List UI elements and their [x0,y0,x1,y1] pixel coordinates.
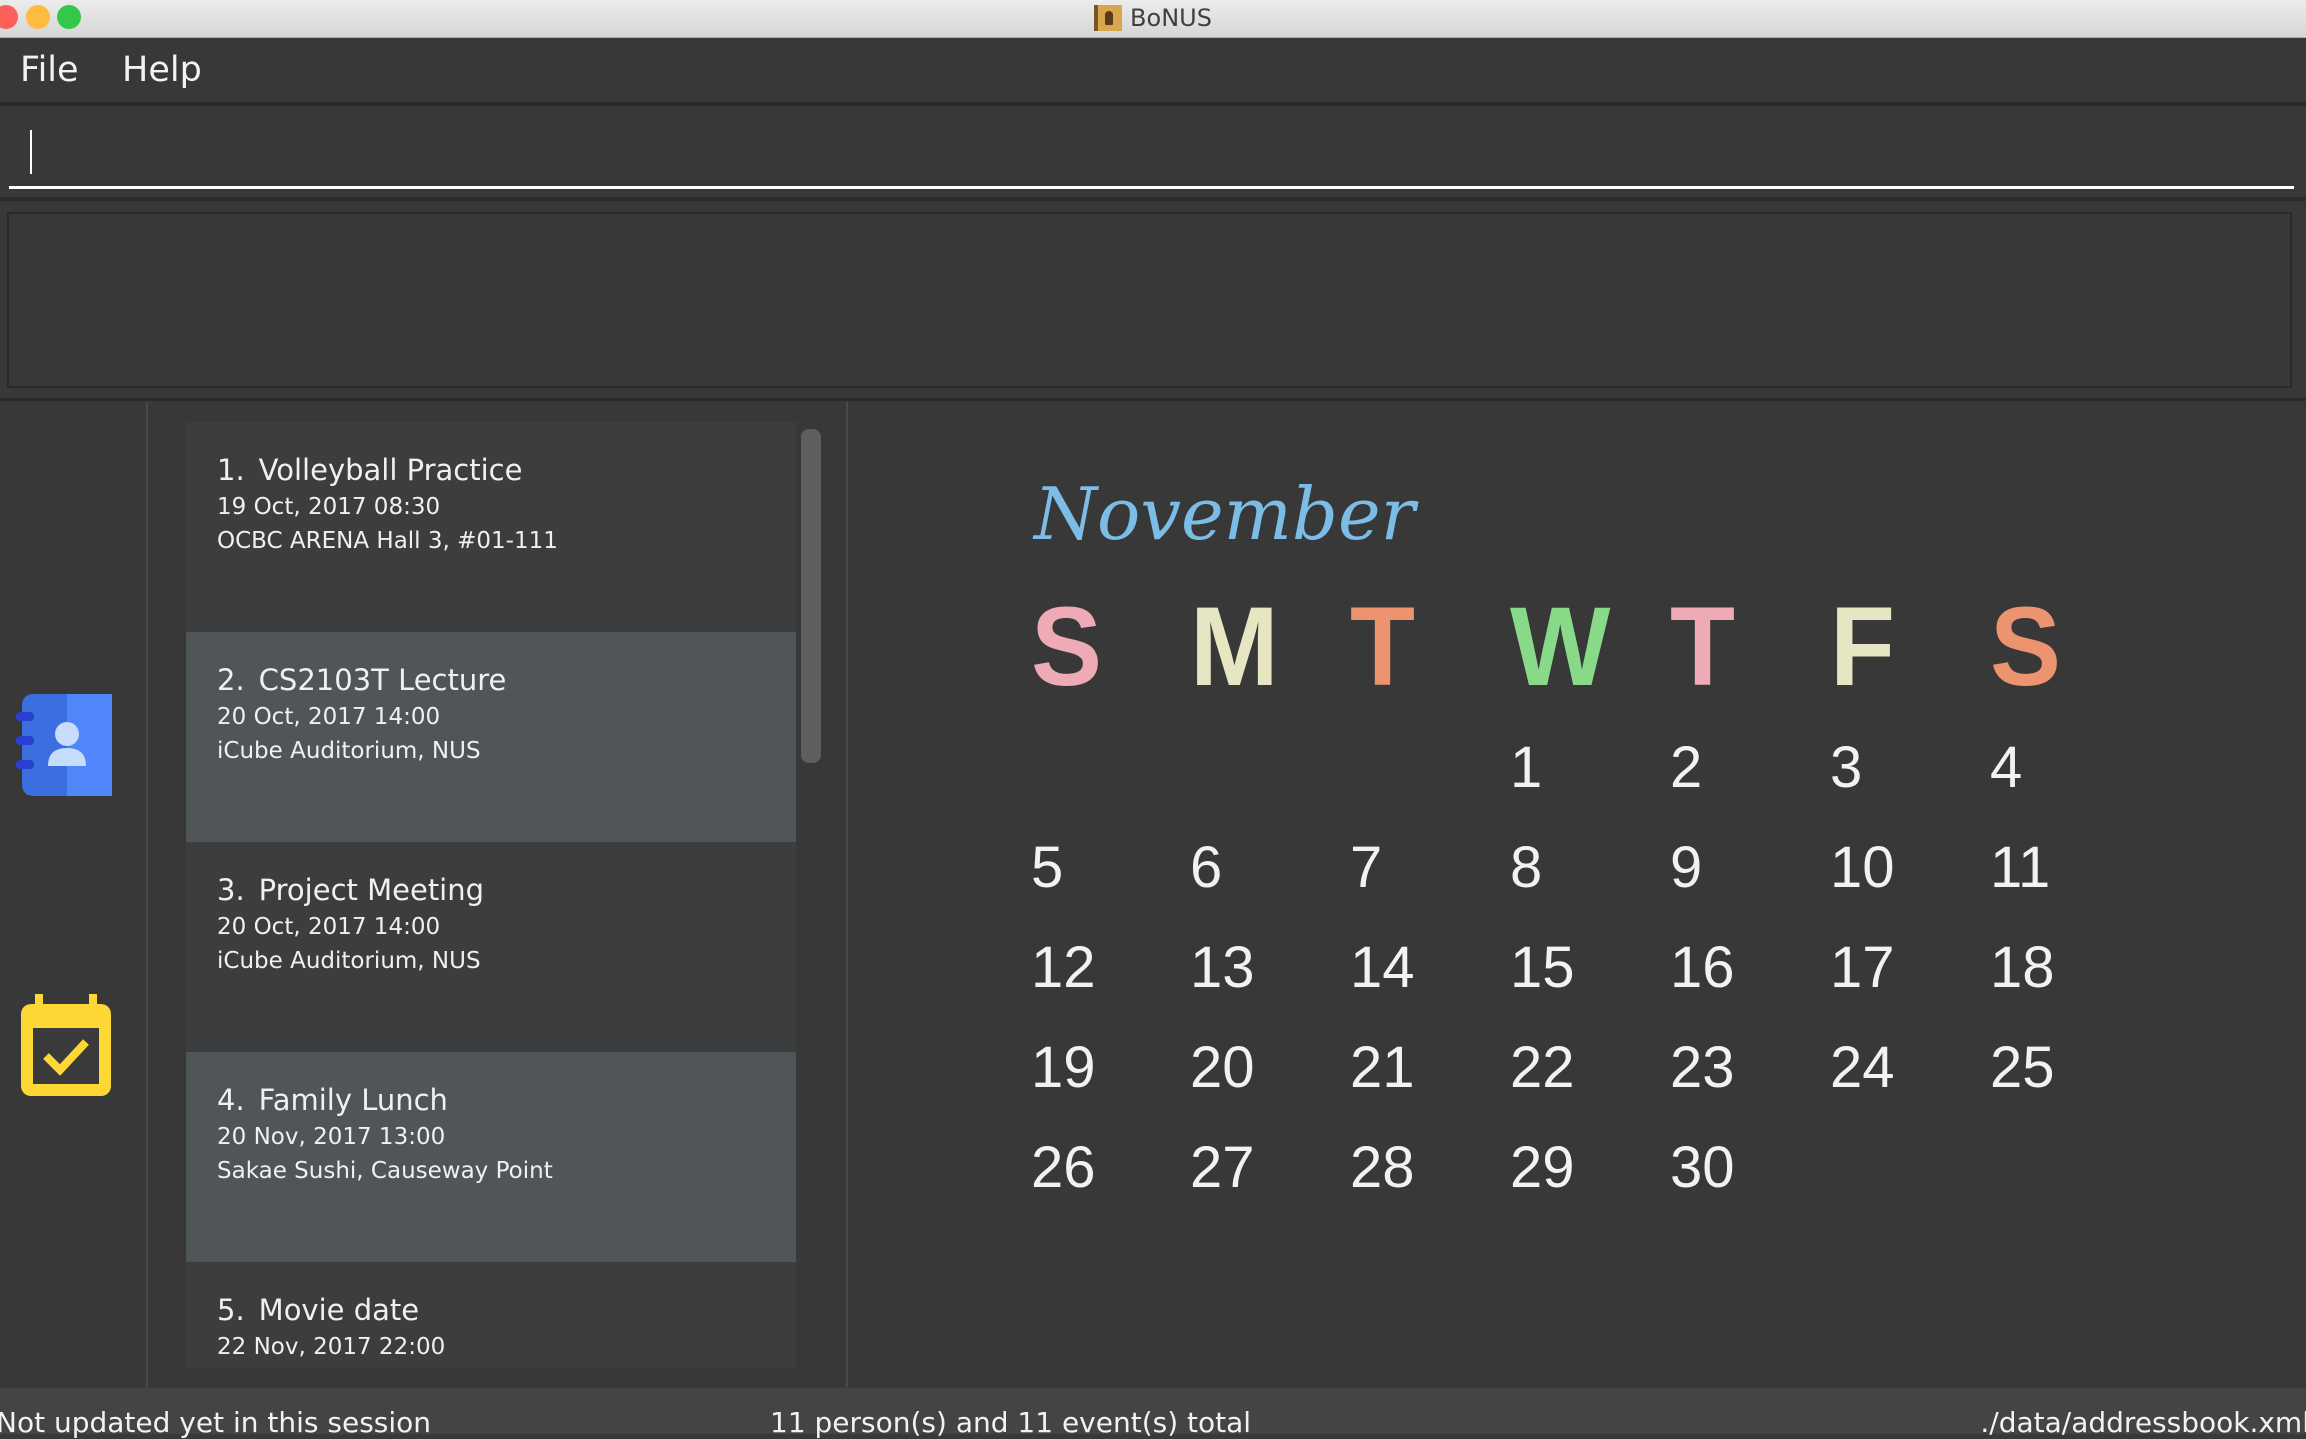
calendar-day[interactable]: 30 [1670,1138,1735,1198]
divider [0,197,2306,201]
event-title: 3. Project Meeting [217,870,796,910]
window-title-bar: BoNUS [0,0,2306,38]
calendar-day[interactable]: 23 [1670,1038,1735,1098]
menu-help[interactable]: Help [122,50,202,90]
window-title: BoNUS [0,4,2306,32]
calendar-day[interactable]: 13 [1190,938,1255,998]
calendar-day[interactable]: 12 [1031,938,1096,998]
event-card[interactable]: 5. Movie date 22 Nov, 2017 22:00 [186,1262,796,1368]
event-title: 5. Movie date [217,1290,796,1330]
command-box[interactable] [9,106,2294,189]
result-display [7,212,2292,388]
calendar-day[interactable]: 26 [1031,1138,1096,1198]
calendar-day[interactable]: 3 [1830,738,1862,798]
calendar-day[interactable]: 22 [1510,1038,1575,1098]
calendar-day[interactable]: 20 [1190,1038,1255,1098]
event-venue: iCube Auditorium, NUS [217,738,481,764]
event-title: 1. Volleyball Practice [217,450,796,490]
status-bar: Not updated yet in this session 11 perso… [0,1388,2306,1439]
menu-file[interactable]: File [20,50,79,90]
calendar-day[interactable]: 8 [1510,838,1542,898]
event-card[interactable]: 2. CS2103T Lecture 20 Oct, 2017 14:00 iCube… [186,632,796,842]
calendar-day[interactable]: 21 [1350,1038,1415,1098]
event-datetime: 20 Oct, 2017 14:00 [217,914,441,940]
event-list[interactable]: 1. Volleyball Practice 19 Oct, 2017 08:30 O… [186,422,796,1368]
event-name: Volleyball Practice [258,453,523,487]
sync-status: Not updated yet in this session [0,1406,432,1439]
event-index: 5. [217,1293,245,1327]
calendar-day[interactable]: 1 [1510,738,1542,798]
event-index: 1. [217,453,245,487]
divider [0,398,2306,401]
event-list-scrollbar[interactable] [801,429,821,763]
event-datetime: 22 Nov, 2017 22:00 [217,1334,446,1360]
calendar-day[interactable]: 14 [1350,938,1415,998]
calendar-day[interactable]: 24 [1830,1038,1895,1098]
event-venue: Sakae Sushi, Causeway Point [217,1158,553,1184]
calendar-month-title: November [1034,472,1416,556]
event-datetime: 19 Oct, 2017 08:30 [217,494,441,520]
sidebar-divider [146,402,148,1387]
calendar-day[interactable]: 27 [1190,1138,1255,1198]
event-name: Project Meeting [258,873,485,907]
command-input[interactable] [34,126,2278,178]
calendar-day[interactable]: 6 [1190,838,1222,898]
event-name: CS2103T Lecture [258,663,507,697]
address-book-icon [1094,5,1123,31]
calendar-day[interactable]: 29 [1510,1138,1575,1198]
calendar-day[interactable]: 17 [1830,938,1895,998]
event-card[interactable]: 1. Volleyball Practice 19 Oct, 2017 08:30 O… [186,422,796,632]
day-header: S [1990,584,2061,709]
event-datetime: 20 Nov, 2017 13:00 [217,1124,446,1150]
calendar-day[interactable]: 16 [1670,938,1735,998]
contacts-book-icon[interactable] [16,694,116,798]
calendar-day[interactable]: 15 [1510,938,1575,998]
day-header: T [1350,584,1416,709]
calendar-day[interactable]: 10 [1830,838,1895,898]
day-header: T [1670,584,1736,709]
event-card[interactable]: 3. Project Meeting 20 Oct, 2017 14:00 iCube… [186,842,796,1052]
calendar-day[interactable]: 25 [1990,1038,2055,1098]
day-header: F [1830,584,1896,709]
event-venue: iCube Auditorium, NUS [217,948,481,974]
calendar-day[interactable]: 28 [1350,1138,1415,1198]
calendar-day[interactable]: 2 [1670,738,1702,798]
list-divider [846,402,848,1387]
event-title: 2. CS2103T Lecture [217,660,796,700]
event-venue: OCBC ARENA Hall 3, #01-111 [217,528,558,554]
calendar-day[interactable]: 5 [1031,838,1063,898]
event-index: 2. [217,663,245,697]
text-caret [30,130,32,174]
calendar-day[interactable]: 18 [1990,938,2055,998]
event-name: Family Lunch [258,1083,448,1117]
calendar-day[interactable]: 7 [1350,838,1382,898]
event-title: 4. Family Lunch [217,1080,796,1120]
calendar-day[interactable]: 11 [1990,838,2050,898]
calendar-day[interactable]: 19 [1031,1038,1096,1098]
event-index: 4. [217,1083,245,1117]
day-header: S [1031,584,1102,709]
event-card[interactable]: 4. Family Lunch 20 Nov, 2017 13:00 Sakae Su… [186,1052,796,1262]
day-header: W [1510,584,1611,709]
calendar-day[interactable]: 9 [1670,838,1702,898]
calendar-day[interactable]: 4 [1990,738,2022,798]
menu-bar: File Help [0,38,2306,106]
save-location: ./data/addressbook.xml [1980,1406,2306,1439]
window-title-text: BoNUS [1130,4,1212,32]
day-header: M [1190,584,1279,709]
event-index: 3. [217,873,245,907]
calendar-check-icon[interactable] [19,994,113,1098]
event-datetime: 20 Oct, 2017 14:00 [217,704,441,730]
total-count: 11 person(s) and 11 event(s) total [770,1406,1252,1439]
event-name: Movie date [258,1293,420,1327]
